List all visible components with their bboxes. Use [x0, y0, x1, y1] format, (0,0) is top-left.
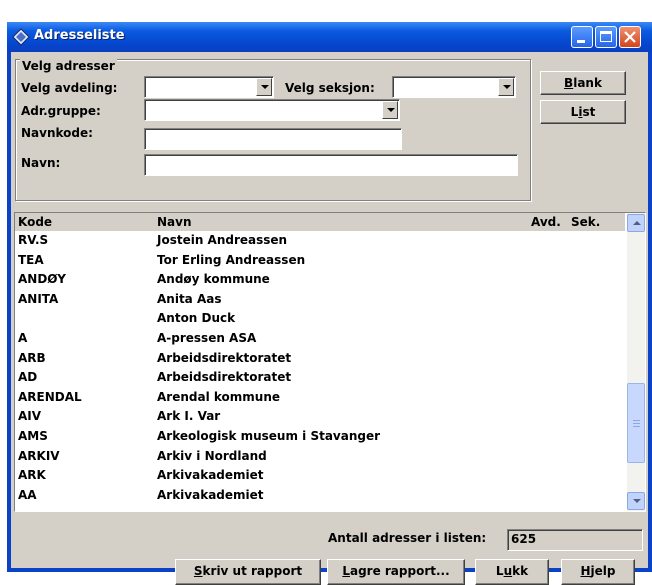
grip-icon: [633, 426, 640, 427]
row-kode: AMS: [18, 428, 48, 443]
row-navn: Tor Erling Andreassen: [157, 252, 306, 267]
row-navn: Arbeidsdirektoratet: [157, 370, 292, 385]
client-area: Velg adresser Velg avdeling: Velg seksjo…: [11, 52, 648, 585]
group-legend: Velg adresser: [20, 59, 117, 73]
row-navn: Arkeologisk museum i Stavanger: [157, 428, 381, 443]
row-kode: TEA: [18, 252, 44, 267]
count-label: Antall adresser i listen:: [328, 531, 487, 545]
seksjon-select[interactable]: [392, 76, 516, 98]
navnkode-input[interactable]: [144, 128, 402, 150]
navnkode-label: Navnkode:: [21, 126, 93, 140]
grip-icon: [633, 420, 640, 421]
print-report-button[interactable]: Skriv ut rapport: [175, 559, 321, 585]
row-navn: Anton Duck: [157, 311, 236, 326]
row-kode: A: [18, 330, 28, 345]
gruppe-dropdown-button[interactable]: [382, 101, 398, 119]
list-item[interactable]: RV.S Jostein Andreassen: [15, 231, 625, 251]
row-kode: AD: [18, 370, 38, 385]
window-title: Adresseliste: [34, 28, 125, 43]
list-item[interactable]: ARK Arkivakademiet: [15, 466, 625, 486]
close-button[interactable]: [619, 26, 641, 48]
list-item[interactable]: ARENDAL Arendal kommune: [15, 388, 625, 408]
scroll-down-button[interactable]: [627, 492, 645, 510]
scroll-thumb[interactable]: [627, 383, 645, 463]
maximize-button[interactable]: [595, 26, 617, 48]
chevron-down-icon: [633, 499, 641, 503]
header-avd[interactable]: Avd.: [531, 215, 561, 229]
list-item[interactable]: ANITA Anita Aas: [15, 290, 625, 310]
grip-icon: [633, 423, 640, 424]
row-navn: Arendal kommune: [157, 389, 280, 404]
row-kode: ARK: [18, 468, 46, 483]
gruppe-label: Adr.gruppe:: [21, 104, 101, 118]
list-item[interactable]: ANDØY Andøy kommune: [15, 270, 625, 290]
list-button[interactable]: List: [540, 100, 626, 124]
avdeling-dropdown-button[interactable]: [256, 78, 272, 96]
chevron-down-icon: [261, 85, 269, 89]
header-kode[interactable]: Kode: [18, 215, 52, 229]
avdeling-label: Velg avdeling:: [21, 81, 118, 95]
list-item[interactable]: AIV Ark I. Var: [15, 407, 625, 427]
help-button[interactable]: Hjelp: [561, 559, 635, 585]
chevron-down-icon: [503, 85, 511, 89]
row-navn: Ark I. Var: [157, 409, 221, 424]
list-item[interactable]: TEA Tor Erling Andreassen: [15, 251, 625, 271]
row-navn: A-pressen ASA: [157, 330, 257, 345]
minimize-button[interactable]: [571, 26, 593, 48]
header-sek[interactable]: Sek.: [571, 215, 600, 229]
list-item[interactable]: AMS Arkeologisk museum i Stavanger: [15, 427, 625, 447]
chevron-up-icon: [633, 221, 641, 225]
row-kode: RV.S: [18, 233, 49, 247]
row-navn: Anita Aas: [157, 291, 222, 306]
list-item[interactable]: ARKIV Arkiv i Nordland: [15, 447, 625, 467]
navn-label: Navn:: [21, 156, 61, 170]
chevron-down-icon: [387, 108, 395, 112]
list-item[interactable]: A A-pressen ASA: [15, 329, 625, 349]
row-kode: AIV: [18, 409, 42, 424]
row-navn: Arkiv i Nordland: [157, 448, 267, 463]
list-item[interactable]: Anton Duck: [15, 309, 625, 329]
row-kode: ARB: [18, 350, 46, 365]
list-header: Kode Navn Avd. Sek.: [15, 213, 625, 231]
list-item[interactable]: ARB Arbeidsdirektoratet: [15, 349, 625, 369]
row-kode: ARKIV: [18, 448, 60, 463]
close-dialog-button[interactable]: Lukk: [475, 559, 549, 585]
row-navn: Arbeidsdirektoratet: [157, 350, 292, 365]
row-navn: Andøy kommune: [157, 272, 270, 287]
app-icon: [12, 28, 30, 46]
row-navn: Arkivakademiet: [157, 487, 264, 502]
row-navn: Arkivakademiet: [157, 468, 264, 483]
vertical-scrollbar[interactable]: [627, 213, 645, 511]
avdeling-select[interactable]: [144, 76, 274, 98]
list-item[interactable]: AD Arbeidsdirektoratet: [15, 368, 625, 388]
navn-input[interactable]: [144, 154, 518, 176]
row-navn: Jostein Andreassen: [157, 233, 288, 247]
row-kode: ANDØY: [18, 272, 66, 287]
gruppe-select[interactable]: [144, 99, 400, 121]
blank-button[interactable]: Blank: [540, 71, 626, 95]
header-navn[interactable]: Navn: [157, 215, 192, 229]
row-kode: ARENDAL: [18, 389, 82, 404]
list-rows: RV.S Jostein Andreassen TEA Tor Erling Andr…: [15, 231, 625, 505]
seksjon-dropdown-button[interactable]: [498, 78, 514, 96]
count-field: 625: [507, 529, 643, 551]
list-item[interactable]: AA Arkivakademiet: [15, 486, 625, 506]
maximize-icon: [600, 31, 612, 42]
filter-group: Velg adresser Velg avdeling: Velg seksjo…: [15, 59, 531, 201]
address-list[interactable]: Kode Navn Avd. Sek. RV.S Jostein Andreass…: [14, 212, 646, 512]
row-kode: ANITA: [18, 291, 59, 306]
scroll-up-button[interactable]: [627, 214, 645, 232]
title-bar[interactable]: Adresseliste: [7, 22, 652, 52]
close-icon: [624, 31, 636, 43]
seksjon-label: Velg seksjon:: [285, 81, 375, 95]
address-list-window: Adresseliste Velg adresser Velg avdeling…: [7, 22, 652, 585]
minimize-icon: [577, 40, 585, 43]
row-kode: AA: [18, 487, 37, 502]
save-report-button[interactable]: Lagre rapport...: [327, 559, 465, 585]
